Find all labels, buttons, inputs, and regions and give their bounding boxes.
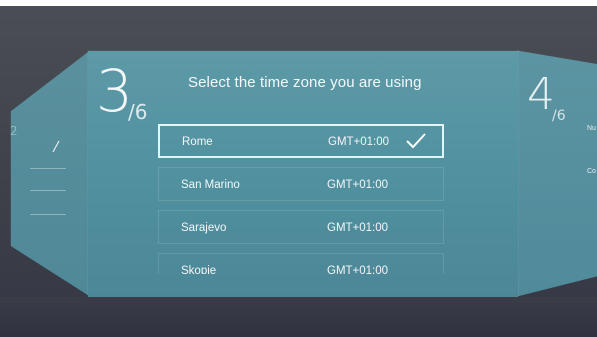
timezone-city: Sarajevo	[181, 222, 227, 234]
timezone-option-rome[interactable]: Rome GMT+01:00	[158, 124, 444, 158]
timezone-option-skopje[interactable]: Skopje GMT+01:00	[158, 253, 444, 274]
page-title: Select the time zone you are using	[188, 74, 422, 91]
next-step-number: 4	[527, 69, 555, 120]
checkmark-icon	[404, 131, 428, 151]
timezone-option-sarajevo[interactable]: Sarajevo GMT+01:00	[158, 210, 444, 244]
timezone-city: San Marino	[181, 179, 240, 191]
timezone-offset: GMT+01:00	[327, 265, 389, 274]
step-total: /6	[128, 100, 148, 124]
previous-panel-divider	[30, 190, 66, 191]
next-step-total: /6	[552, 108, 566, 124]
timezone-city: Rome	[182, 136, 213, 148]
timezone-city: Skopje	[181, 265, 217, 274]
bottom-background	[0, 297, 597, 337]
timezone-option-san-marino[interactable]: San Marino GMT+01:00	[158, 167, 444, 201]
step-number: 3	[96, 57, 133, 125]
timezone-offset: GMT+01:00	[328, 136, 390, 148]
previous-panel-checkmark-icon	[52, 140, 60, 154]
previous-step-number: 2	[10, 124, 18, 138]
previous-panel-divider	[30, 214, 66, 215]
next-step-panel[interactable]	[517, 50, 597, 297]
next-panel-label: Nu	[587, 125, 596, 132]
top-frame-edge	[0, 0, 597, 6]
timezone-offset: GMT+01:00	[327, 222, 389, 234]
timezone-offset: GMT+01:00	[327, 179, 389, 191]
previous-panel-divider	[30, 168, 66, 169]
timezone-list[interactable]: Rome GMT+01:00 San Marino GMT+01:00 Sara…	[158, 124, 446, 274]
next-panel-label: Co	[587, 168, 596, 175]
